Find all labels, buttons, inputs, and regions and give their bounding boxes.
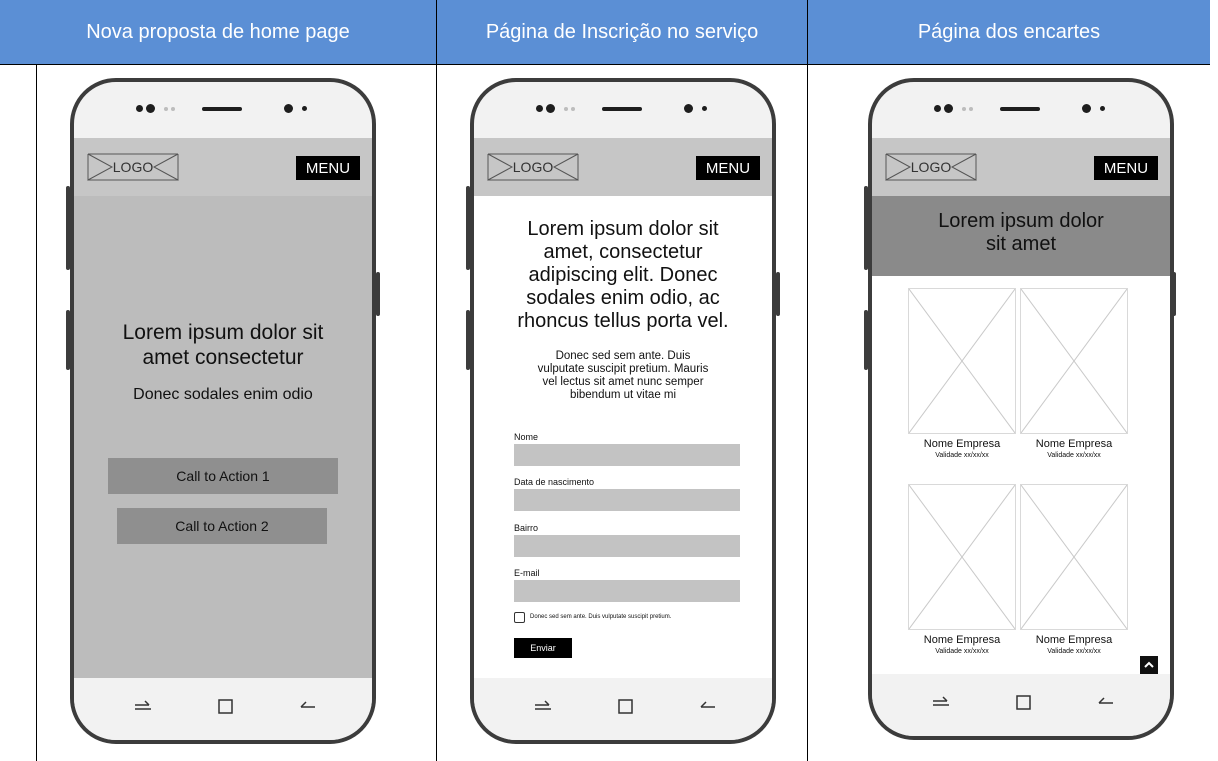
- field-label-nome: Nome: [514, 432, 539, 442]
- phone-nav-bar: [74, 678, 372, 740]
- phone-nav-bar: [872, 674, 1170, 736]
- phone-speaker-dots: [74, 104, 372, 114]
- field-label-nascimento: Data de nascimento: [514, 477, 595, 487]
- card-company-name: Nome Empresa: [1035, 634, 1113, 646]
- image-placeholder-icon: [908, 288, 1016, 434]
- hero-title: Lorem ipsum dolor sit amet consectetur: [122, 321, 324, 369]
- consent-checkbox[interactable]: [514, 612, 525, 623]
- phone-screen: LOGO MENU Lorem ipsum dolor sit amet con…: [74, 138, 372, 678]
- encarte-card[interactable]: [908, 288, 1016, 434]
- menu-button[interactable]: MENU: [1094, 156, 1158, 180]
- encarte-card[interactable]: [1020, 288, 1128, 434]
- phone-side-button: [776, 272, 780, 316]
- card-validity: Validade xx/xx/xx: [935, 648, 989, 655]
- back-arrow-icon[interactable]: [1097, 694, 1115, 712]
- logo[interactable]: LOGO: [486, 152, 580, 182]
- app-bar: LOGO MENU: [872, 138, 1170, 196]
- card-company-name: Nome Empresa: [923, 634, 1001, 646]
- card-company-name: Nome Empresa: [923, 438, 1001, 450]
- home-square-icon[interactable]: [617, 698, 635, 716]
- phone-screen: LOGO MENU Lorem ipsum dolor sit amet Nom…: [872, 138, 1170, 674]
- app-bar: LOGO MENU: [74, 138, 372, 196]
- card-company-name: Nome Empresa: [1035, 438, 1113, 450]
- logo[interactable]: LOGO: [86, 152, 180, 182]
- birthdate-field[interactable]: [514, 489, 740, 511]
- image-placeholder-icon: [1020, 288, 1128, 434]
- bairro-field[interactable]: [514, 535, 740, 557]
- email-field[interactable]: [514, 580, 740, 602]
- logo-text: LOGO: [112, 159, 154, 175]
- recent-apps-icon[interactable]: [932, 694, 950, 712]
- home-square-icon[interactable]: [1015, 694, 1033, 712]
- consent-label: Donec sed sem ante. Duis vulputate susci…: [530, 614, 672, 620]
- menu-button[interactable]: MENU: [696, 156, 760, 180]
- submit-button[interactable]: Enviar: [514, 638, 572, 658]
- column-header-encartes: Página dos encartes: [808, 0, 1210, 64]
- menu-button[interactable]: MENU: [296, 156, 360, 180]
- hero-subtitle: Donec sodales enim odio: [133, 386, 313, 403]
- banner-title: Lorem ipsum dolor sit amet: [938, 210, 1104, 255]
- nome-field[interactable]: [514, 444, 740, 466]
- cta-button-1[interactable]: Call to Action 1: [108, 458, 338, 494]
- encarte-card[interactable]: [908, 484, 1016, 630]
- phone-mockup-encartes: LOGO MENU Lorem ipsum dolor sit amet Nom…: [868, 78, 1174, 740]
- phone-mockup-home: LOGO MENU Lorem ipsum dolor sit amet con…: [70, 78, 376, 744]
- field-label-email: E-mail: [514, 568, 540, 578]
- chevron-up-icon: [1144, 661, 1154, 668]
- home-hero: Lorem ipsum dolor sit amet consectetur D…: [74, 196, 372, 678]
- table-divider: [0, 64, 1210, 65]
- encartes-banner: Lorem ipsum dolor sit amet: [872, 196, 1170, 276]
- cta-button-2[interactable]: Call to Action 2: [117, 508, 327, 544]
- phone-screen: LOGO MENU Lorem ipsum dolor sit amet, co…: [474, 138, 772, 678]
- back-arrow-icon[interactable]: [299, 698, 317, 716]
- encarte-card[interactable]: [1020, 484, 1128, 630]
- table-divider: [36, 64, 37, 761]
- phone-side-button: [376, 272, 380, 316]
- table-divider: [436, 0, 437, 761]
- card-validity: Validade xx/xx/xx: [1047, 648, 1101, 655]
- image-placeholder-icon: [1020, 484, 1128, 630]
- column-header-signup: Página de Inscrição no serviço: [437, 0, 807, 64]
- column-header-home: Nova proposta de home page: [0, 0, 436, 64]
- signup-title: Lorem ipsum dolor sit amet, consectetur …: [517, 218, 729, 332]
- phone-speaker-dots: [474, 104, 772, 114]
- logo[interactable]: LOGO: [884, 152, 978, 182]
- table-divider: [807, 0, 808, 761]
- phone-mockup-signup: LOGO MENU Lorem ipsum dolor sit amet, co…: [470, 78, 776, 744]
- card-validity: Validade xx/xx/xx: [1047, 452, 1101, 459]
- card-validity: Validade xx/xx/xx: [935, 452, 989, 459]
- scroll-to-top-button[interactable]: [1140, 656, 1158, 674]
- image-placeholder-icon: [908, 484, 1016, 630]
- recent-apps-icon[interactable]: [134, 698, 152, 716]
- logo-text: LOGO: [512, 159, 554, 175]
- phone-speaker-dots: [872, 104, 1170, 114]
- app-bar: LOGO MENU: [474, 138, 772, 196]
- logo-text: LOGO: [910, 159, 952, 175]
- signup-description: Donec sed sem ante. Duis vulputate susci…: [537, 350, 709, 401]
- field-label-bairro: Bairro: [514, 523, 539, 533]
- recent-apps-icon[interactable]: [534, 698, 552, 716]
- home-square-icon[interactable]: [217, 698, 235, 716]
- back-arrow-icon[interactable]: [699, 698, 717, 716]
- phone-nav-bar: [474, 678, 772, 740]
